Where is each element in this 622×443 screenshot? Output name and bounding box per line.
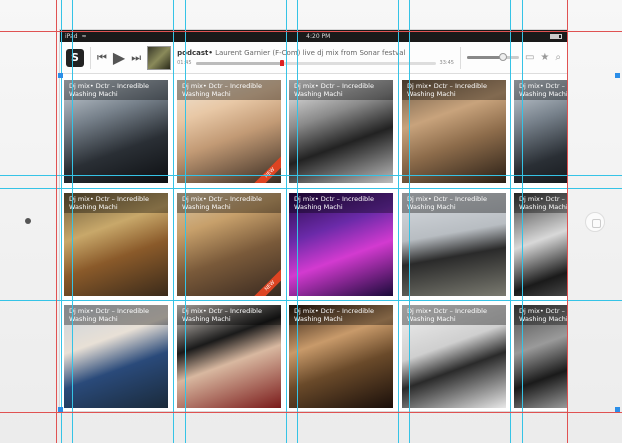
remaining-time: 33:45 [439,60,454,66]
airplay-icon[interactable]: ▭ [525,52,534,63]
mix-tile-label: Dj mix• Dctr – Incredible Washing Machi [64,80,168,100]
guide-line-vertical [185,0,186,443]
mix-tile-label: Dj mix• Dctr – Incredible Washing Machi [289,193,393,213]
mix-tile[interactable]: Dj mix• Dctr – Incredible Washing Machi N… [177,80,281,183]
mix-tile-label: Dj mix• Dctr – Incredible Washing Machi [64,305,168,325]
guide-line-horizontal [0,175,622,176]
volume-slider[interactable] [466,53,519,61]
mix-tile[interactable]: Dj mix• Dctr – Incredible Washing Machi [64,80,168,183]
mix-grid: Dj mix• Dctr – Incredible Washing Machi D… [60,74,567,411]
mix-tile-label: Dj mix• Dctr – Incredible Washing Machi [402,193,506,213]
app-screen: iPad ≈ 4:20 PM S ⏮ ▶ ⏭ podcast• Laurent … [59,29,568,412]
front-camera [25,218,31,224]
design-canvas: iPad ≈ 4:20 PM S ⏮ ▶ ⏭ podcast• Laurent … [0,0,622,443]
mix-tile[interactable]: Dj mix• Dctr – Incredible Washing Machi [402,305,506,408]
home-button[interactable] [585,212,605,232]
mix-tile[interactable]: Dj mix• Dctr – Incredible Washing Machi [289,193,393,296]
fast-forward-icon[interactable]: ⏭ [131,51,141,65]
guide-line-vertical [173,0,174,443]
guide-line-vertical [398,0,399,443]
selection-handle[interactable] [615,407,620,412]
mix-tile-label: Dj mix• Dctr – Incredible Washing Machi [289,80,393,100]
progress-fill [195,61,282,65]
track-title: podcast• Laurent Garnier (F-Com) live dj… [177,49,406,57]
search-icon[interactable]: ⌕ [555,52,561,63]
mix-tile[interactable]: Dj mix• Dctr – Incredible Washing Machi [64,193,168,296]
margin-guide [0,412,622,413]
guide-line-vertical [522,0,523,443]
mix-tile-label: Dj mix• Dctr – Incredible Washing Machi [177,193,281,213]
mix-tile[interactable]: Dj mix• Dctr – Incredible Washing Machi [289,80,393,183]
guide-line-vertical [510,0,511,443]
mix-tile[interactable]: Dj mix• Dctr – Incredible Washing Machi N… [177,193,281,296]
wifi-icon: ≈ [81,32,87,40]
play-icon[interactable]: ▶ [113,48,125,67]
track-cover[interactable] [147,45,172,70]
mix-tile-label: Dj mix• Dctr – Incredible Washing Machi [177,305,281,325]
mix-tile[interactable]: Dj mix• Dctr – Incredible Washing Machi [289,305,393,408]
mix-tile[interactable]: Dj mix• Dctr – Incredible Washing Machi [402,193,506,296]
margin-guide [0,31,622,32]
app-logo[interactable]: S [66,48,84,67]
mix-tile[interactable]: Dj mix• Dctr – Incredible Washing Machi [177,305,281,408]
mix-tile-label: Dj mix• Dctr – Incredible Washing Machi [402,80,506,100]
battery-icon [549,33,562,39]
mix-tile[interactable]: Dj mix• Dctr – Incredible Washing Machi [64,305,168,408]
guide-line-vertical [409,0,410,443]
divider [459,46,461,69]
margin-guide [56,0,57,443]
track-prefix: podcast [177,49,209,57]
progress-row: 01:45 33:45 [177,59,454,66]
selection-handle[interactable] [615,73,620,78]
player-bar: S ⏮ ▶ ⏭ podcast• Laurent Garnier (F-Com)… [60,42,567,74]
new-badge: NEW [250,266,281,296]
mix-tile-label: Dj mix• Dctr – Incredible Washing Machi [289,305,393,325]
mix-tile-label: Dj mix• Dctr – Incredible Washing Machi [177,80,281,100]
guide-line-vertical [72,0,73,443]
rewind-icon[interactable]: ⏮ [97,51,107,65]
status-time: 4:20 PM [306,32,331,40]
track-name: Laurent Garnier (F-Com) live dj mix from… [215,49,406,57]
selection-handle[interactable] [58,407,63,412]
volume-fill [466,56,504,59]
now-playing: podcast• Laurent Garnier (F-Com) live dj… [177,49,454,66]
selection-handle[interactable] [58,73,63,78]
margin-guide [567,0,568,443]
volume-knob[interactable] [499,53,508,61]
star-icon[interactable]: ★ [540,52,549,63]
guide-line-horizontal [0,188,622,189]
mix-tile-label: Dj mix• Dctr – Incredible Washing Machi [402,305,506,325]
mix-tile[interactable]: Dj mix• Dctr – Incredible Washing Machi [402,80,506,183]
guide-line-horizontal [0,300,622,301]
guide-line-vertical [61,0,62,443]
guide-line-vertical [297,0,298,443]
divider [90,46,91,69]
progress-knob[interactable] [279,59,284,66]
new-badge: NEW [250,153,281,183]
guide-line-vertical [286,0,287,443]
mix-tile-label: Dj mix• Dctr – Incredible Washing Machi [64,193,168,213]
progress-bar[interactable] [195,59,436,66]
